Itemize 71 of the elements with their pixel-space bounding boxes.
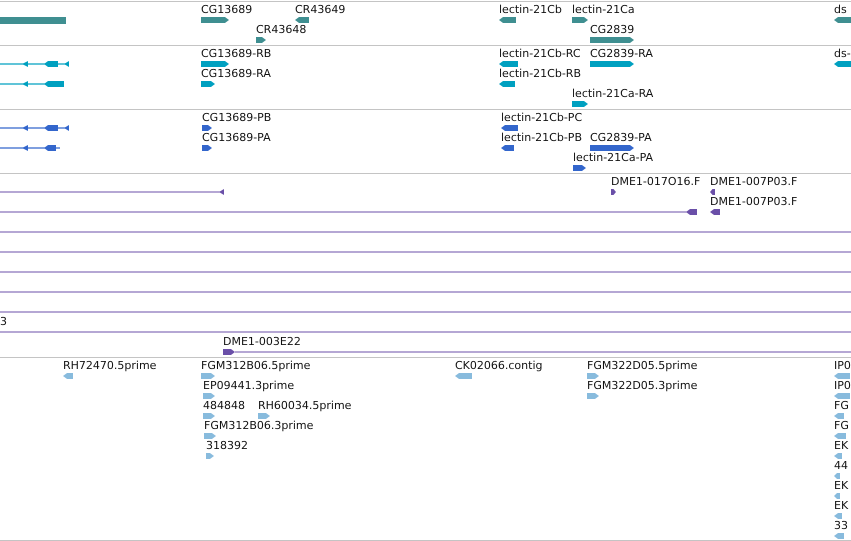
feature-label: CG13689-RB bbox=[201, 47, 272, 60]
feature-label: 3 bbox=[0, 315, 7, 328]
feature-arrow-icon[interactable] bbox=[499, 81, 515, 87]
feature-arrow-icon[interactable] bbox=[572, 17, 588, 23]
feature-label: EK bbox=[834, 479, 848, 492]
feature-arrow-icon[interactable] bbox=[295, 17, 309, 23]
feature-label: CR43649 bbox=[295, 3, 346, 16]
feature-label: lectin-21Cb bbox=[499, 3, 562, 16]
feature-arrow-icon[interactable] bbox=[834, 17, 851, 23]
feature-arrow-icon[interactable] bbox=[201, 61, 229, 67]
feature-label: RH60034.5prime bbox=[258, 399, 352, 412]
feature-label: 318392 bbox=[206, 439, 248, 452]
feature-label: ds- bbox=[834, 47, 851, 60]
feature-arrow-icon[interactable] bbox=[499, 61, 518, 67]
feature-arrow-icon[interactable] bbox=[256, 37, 266, 43]
feature-arrow-icon[interactable] bbox=[611, 189, 616, 195]
feature-label: IP0 bbox=[834, 379, 851, 392]
feature-label: CG13689 bbox=[201, 3, 252, 16]
feature-label: CK02066.contig bbox=[455, 359, 542, 372]
feature-arrow-icon[interactable] bbox=[202, 145, 212, 151]
feature-label: CG13689-RA bbox=[201, 67, 271, 80]
feature-arrow-icon[interactable] bbox=[201, 81, 215, 87]
feature-label: IP0 bbox=[834, 359, 851, 372]
feature-label: EK bbox=[834, 439, 848, 452]
feature-arrow-icon[interactable] bbox=[590, 61, 634, 67]
feature-arrow-icon[interactable] bbox=[710, 189, 715, 195]
transcript-drawing bbox=[0, 61, 69, 87]
feature-label: DME1-003E22 bbox=[223, 335, 301, 348]
feature-label: CG2839-RA bbox=[590, 47, 653, 60]
feature-label: lectin-21Ca-PA bbox=[573, 151, 654, 164]
feature-arrow-icon[interactable] bbox=[499, 17, 516, 23]
feature-label: FGM322D05.5prime bbox=[587, 359, 698, 372]
feature-arrow-icon[interactable] bbox=[572, 101, 588, 107]
feature-label: CR43648 bbox=[256, 23, 306, 36]
feature-label: FGM312B06.5prime bbox=[201, 359, 310, 372]
feature-label: FGM322D05.3prime bbox=[587, 379, 698, 392]
feature-label: 484848 bbox=[203, 399, 245, 412]
feature-arrow-icon[interactable] bbox=[223, 349, 235, 355]
feature-arrow-icon[interactable] bbox=[573, 165, 586, 171]
feature-arrow-icon[interactable] bbox=[202, 125, 212, 131]
feature-label: lectin-21Ca-RA bbox=[572, 87, 654, 100]
feature-arrow-icon[interactable] bbox=[201, 17, 229, 23]
feature-label: lectin-21Ca bbox=[572, 3, 635, 16]
feature-label: lectin-21Cb-PC bbox=[501, 111, 582, 124]
feature-arrow-icon[interactable] bbox=[590, 145, 634, 151]
feature-arrow-icon[interactable] bbox=[710, 209, 720, 215]
feature-label: FGM312B06.3prime bbox=[204, 419, 314, 432]
feature-label: EP09441.3prime bbox=[203, 379, 294, 392]
feature-label: 33 bbox=[834, 519, 848, 532]
gene-bar bbox=[0, 17, 66, 24]
feature-arrow-icon[interactable] bbox=[590, 37, 634, 43]
feature-label: DME1-017O16.F bbox=[611, 175, 700, 188]
transcript-drawing bbox=[0, 125, 69, 151]
feature-label: CG2839-PA bbox=[590, 131, 652, 144]
feature-label: ds bbox=[834, 3, 847, 16]
feature-label: lectin-21Cb-RC bbox=[499, 47, 581, 60]
feature-label: lectin-21Cb-RB bbox=[499, 67, 582, 80]
feature-label: EK bbox=[834, 499, 848, 512]
feature-label: RH72470.5prime bbox=[63, 359, 156, 372]
feature-label: FG bbox=[834, 419, 849, 432]
feature-label: FG bbox=[834, 399, 849, 412]
feature-label: CG13689-PA bbox=[202, 131, 271, 144]
feature-label: CG2839 bbox=[590, 23, 634, 36]
feature-arrow-icon[interactable] bbox=[834, 61, 851, 67]
feature-label: 44 bbox=[834, 459, 848, 472]
feature-label: CG13689-PB bbox=[202, 111, 272, 124]
feature-arrow-icon[interactable] bbox=[501, 145, 514, 151]
feature-label: DME1-007P03.F bbox=[710, 195, 798, 208]
feature-arrow-icon[interactable] bbox=[501, 125, 518, 131]
feature-label: DME1-007P03.F bbox=[710, 175, 798, 188]
feature-label: lectin-21Cb-PB bbox=[501, 131, 582, 144]
